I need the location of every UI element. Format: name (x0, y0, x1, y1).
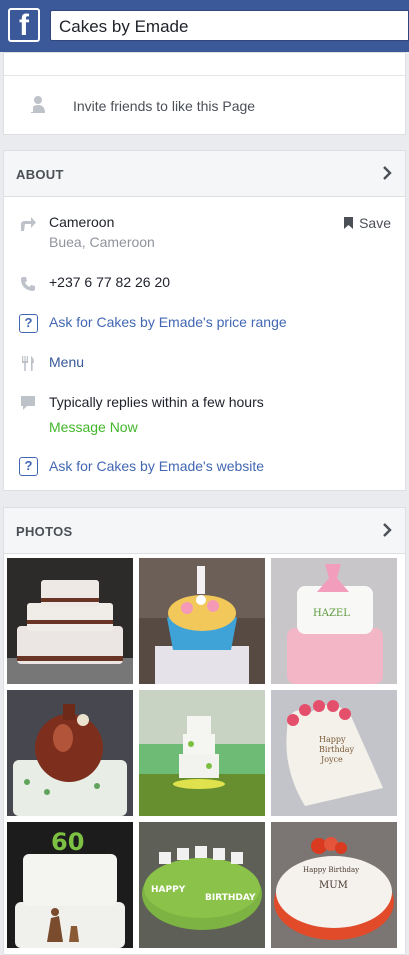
cake-photo-8[interactable]: HAPPY BIRTHDAY (139, 822, 265, 948)
invite-card: Invite friends to like this Page (3, 52, 406, 135)
chevron-right-icon (383, 166, 392, 180)
location-address: Buea, Cameroon (49, 234, 155, 250)
photos-header[interactable]: PHOTOS (4, 508, 405, 554)
phone-icon (21, 277, 35, 291)
menu-link[interactable]: Menu (49, 354, 84, 370)
about-header[interactable]: ABOUT (4, 151, 405, 197)
invite-friends-link[interactable]: Invite friends to like this Page (73, 98, 255, 114)
location-name[interactable]: Cameroon (49, 214, 114, 230)
question-icon: ? (19, 457, 38, 476)
about-title: ABOUT (16, 167, 64, 182)
photo-3-caption: HAZEL (313, 608, 350, 619)
photo-6-caption-2: Birthday (319, 745, 355, 754)
fork-knife-icon (22, 356, 34, 371)
question-icon: ? (19, 314, 38, 333)
speech-bubble-icon (21, 396, 35, 410)
phone-number[interactable]: +237 6 77 82 26 20 (49, 274, 170, 290)
cake-photo-3[interactable]: HAZEL (271, 558, 397, 684)
save-button[interactable]: Save (359, 215, 391, 231)
add-person-icon (31, 96, 45, 113)
photo-9-caption-2: MUM (319, 880, 348, 891)
facebook-logo[interactable]: f (8, 8, 40, 42)
cake-photo-5[interactable] (139, 690, 265, 816)
photos-card: PHOTOS HAZEL Happy Birthday Joyce 60 HAP… (3, 507, 406, 955)
cake-photo-6[interactable]: Happy Birthday Joyce (271, 690, 397, 816)
chevron-right-icon (383, 523, 392, 537)
cake-photo-2[interactable] (139, 558, 265, 684)
cake-photo-4[interactable] (7, 690, 133, 816)
website-link[interactable]: Ask for Cakes by Emade's website (49, 458, 264, 474)
photo-8-caption-2: BIRTHDAY (205, 893, 256, 903)
top-bar: f Cakes by Emade (0, 0, 409, 52)
about-card: ABOUT Cameroon Buea, Cameroon Save +237 … (3, 150, 406, 491)
cake-photo-1[interactable] (7, 558, 133, 684)
response-time: Typically replies within a few hours (49, 394, 264, 410)
photo-6-caption-3: Joyce (320, 755, 343, 764)
bookmark-icon (344, 217, 353, 229)
photos-title: PHOTOS (16, 524, 73, 539)
search-value: Cakes by Emade (59, 17, 189, 36)
message-now-link[interactable]: Message Now (49, 419, 138, 435)
photo-8-caption-1: HAPPY (151, 885, 186, 895)
search-input[interactable]: Cakes by Emade (50, 10, 409, 41)
photo-7-caption: 60 (51, 828, 84, 856)
price-range-link[interactable]: Ask for Cakes by Emade's price range (49, 314, 287, 330)
directions-arrow-icon (21, 217, 36, 231)
photo-6-caption-1: Happy (319, 735, 346, 744)
cake-photo-7[interactable]: 60 (7, 822, 133, 948)
photo-9-caption-1: Happy Birthday (303, 866, 359, 874)
divider (4, 75, 405, 76)
cake-photo-9[interactable]: Happy Birthday MUM (271, 822, 397, 948)
